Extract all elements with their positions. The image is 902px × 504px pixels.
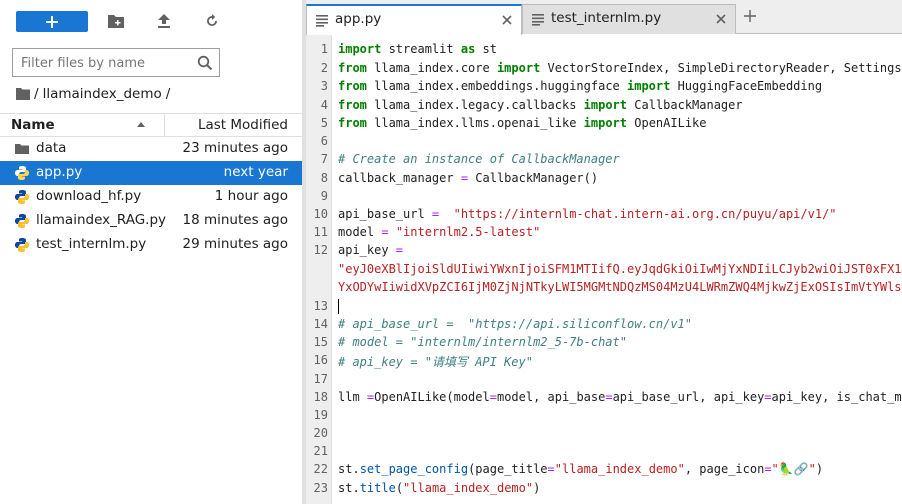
file-row-app-py[interactable]: app.py next year — [0, 161, 302, 185]
line-number: 21 — [313, 444, 328, 458]
code-line-12: api_key = — [338, 243, 404, 257]
tab-test-internlm-py[interactable]: test_internlm.py — [522, 4, 736, 34]
line-number: 3 — [320, 79, 328, 93]
code-line-2: from llama_index.core import VectorStore… — [338, 61, 902, 75]
file-list-header: Name Last Modified — [0, 113, 302, 137]
upload-button[interactable] — [155, 12, 173, 30]
refresh-icon — [207, 14, 217, 26]
line-number: 22 — [313, 462, 328, 476]
code-line-15: # model = "internlm/internlm2_5-7b-chat" — [338, 335, 627, 349]
new-folder-button[interactable] — [107, 12, 125, 30]
line-number-gutter: 1 2 3 4 5 6 7 8 9 10 11 12 13 14 15 16 17 18 19 20 21 22 23 — [306, 35, 332, 504]
plus-icon — [744, 10, 756, 22]
folder-icon — [15, 144, 29, 154]
line-number: 17 — [313, 372, 328, 386]
add-tab-button[interactable] — [738, 4, 762, 28]
file-row-download-hf-py[interactable]: download_hf.py 1 hour ago — [0, 185, 302, 209]
line-number: 9 — [320, 189, 328, 203]
file-name: llamaindex_RAG.py — [36, 212, 167, 228]
editor-panel: app.py test_internlm.py 1 2 3 4 5 6 7 8 9 10 11 12 1… — [306, 0, 902, 504]
code-line-10: api_base_url = "https://internlm-chat.in… — [338, 207, 837, 221]
breadcrumb-root-separator: / — [34, 86, 39, 102]
new-folder-icon — [108, 15, 124, 28]
column-divider[interactable] — [164, 114, 165, 136]
file-name: app.py — [36, 164, 83, 180]
code-line-18: llm =OpenAILike(model=model, api_base=ap… — [338, 390, 902, 404]
tab-bar: app.py test_internlm.py — [306, 0, 902, 35]
breadcrumb-folder-llamaindex-demo[interactable]: llamaindex_demo — [43, 86, 162, 102]
line-number: 11 — [313, 225, 328, 239]
line-number: 1 — [320, 42, 328, 56]
file-modified: next year — [223, 164, 288, 180]
line-number: 13 — [313, 299, 328, 313]
line-number: 18 — [313, 390, 328, 404]
file-browser-toolbar — [0, 0, 302, 44]
file-name: data — [36, 140, 67, 156]
line-number: 8 — [320, 171, 328, 185]
file-row-data[interactable]: data 23 minutes ago — [0, 137, 302, 161]
tab-app-py[interactable]: app.py — [306, 4, 522, 35]
python-icon — [15, 166, 29, 180]
code-line-16: # api_key = "请填写 API Key" — [338, 355, 533, 369]
line-number: 14 — [313, 317, 328, 331]
file-modified: 18 minutes ago — [182, 212, 288, 228]
line-number: 5 — [320, 116, 328, 130]
column-header-name[interactable]: Name — [11, 117, 55, 133]
python-icon — [15, 214, 29, 228]
line-number: 10 — [313, 207, 328, 221]
filter-files-box[interactable] — [12, 48, 220, 77]
code-line-1: import streamlit as st — [338, 42, 497, 56]
code-line-23: st.title("llama_index_demo") — [338, 481, 541, 495]
code-line-5: from llama_index.llms.openai_like import… — [338, 116, 707, 130]
line-number: 23 — [313, 481, 328, 495]
tab-label: test_internlm.py — [551, 10, 662, 26]
code-line-14: # api_base_url = "https://api.siliconflo… — [338, 317, 693, 331]
line-number: 16 — [313, 353, 328, 367]
python-icon — [15, 238, 29, 252]
line-number: 6 — [320, 134, 328, 148]
code-line-22: st.set_page_config(page_title="llama_ind… — [338, 462, 824, 476]
code-line-12-wrap-2: YxODYwIiwidXVpZCI6IjM0ZjNjNTkyLWI5MGMtND… — [338, 280, 902, 294]
close-icon[interactable] — [715, 13, 727, 25]
plus-icon — [46, 15, 58, 28]
line-number: 12 — [313, 243, 328, 257]
line-number: 15 — [313, 335, 328, 349]
file-modified: 23 minutes ago — [182, 140, 288, 156]
file-name: download_hf.py — [36, 188, 142, 204]
file-browser-panel: / llamaindex_demo / Name Last Modified d… — [0, 0, 302, 504]
filter-files-input[interactable] — [21, 53, 191, 73]
folder-icon[interactable] — [16, 88, 30, 100]
search-icon — [197, 55, 213, 71]
new-launcher-button[interactable] — [16, 11, 88, 32]
file-row-llamaindex-rag-py[interactable]: llamaindex_RAG.py 18 minutes ago — [0, 209, 302, 233]
code-line-3: from llama_index.embeddings.huggingface … — [338, 79, 823, 93]
text-file-icon — [316, 15, 328, 27]
close-icon[interactable] — [501, 14, 513, 26]
code-line-4: from llama_index.legacy.callbacks import… — [338, 98, 743, 112]
line-number: 4 — [320, 98, 328, 112]
python-icon — [15, 190, 29, 204]
code-line-11: model = "internlm2.5-latest" — [338, 225, 541, 239]
code-editor[interactable]: 1 2 3 4 5 6 7 8 9 10 11 12 13 14 15 16 17 18 19 20 21 22 23 im… — [306, 35, 902, 504]
upload-icon — [158, 14, 170, 28]
refresh-button[interactable] — [203, 12, 221, 30]
file-row-test-internlm-py[interactable]: test_internlm.py 29 minutes ago — [0, 233, 302, 257]
file-modified: 1 hour ago — [214, 188, 288, 204]
breadcrumb: / llamaindex_demo / — [16, 85, 174, 103]
column-header-last-modified[interactable]: Last Modified — [198, 117, 288, 133]
code-line-7: # Create an instance of CallbackManager — [338, 152, 620, 166]
file-name: test_internlm.py — [36, 236, 147, 252]
code-line-12-wrap-1: "eyJ0eXBlIjoiSldUIiwiYWxnIjoiSFM1MTIifQ.… — [338, 262, 902, 276]
line-number: 19 — [313, 408, 328, 422]
tab-label: app.py — [335, 11, 382, 27]
text-cursor — [338, 299, 339, 314]
file-modified: 29 minutes ago — [182, 236, 288, 252]
line-number: 2 — [320, 61, 328, 75]
breadcrumb-trailing-separator: / — [165, 86, 171, 102]
line-number: 7 — [320, 152, 328, 166]
sort-ascending-icon[interactable] — [136, 120, 146, 130]
line-number: 20 — [313, 426, 328, 440]
code-line-8: callback_manager = CallbackManager() — [338, 171, 599, 185]
text-file-icon — [532, 14, 544, 26]
